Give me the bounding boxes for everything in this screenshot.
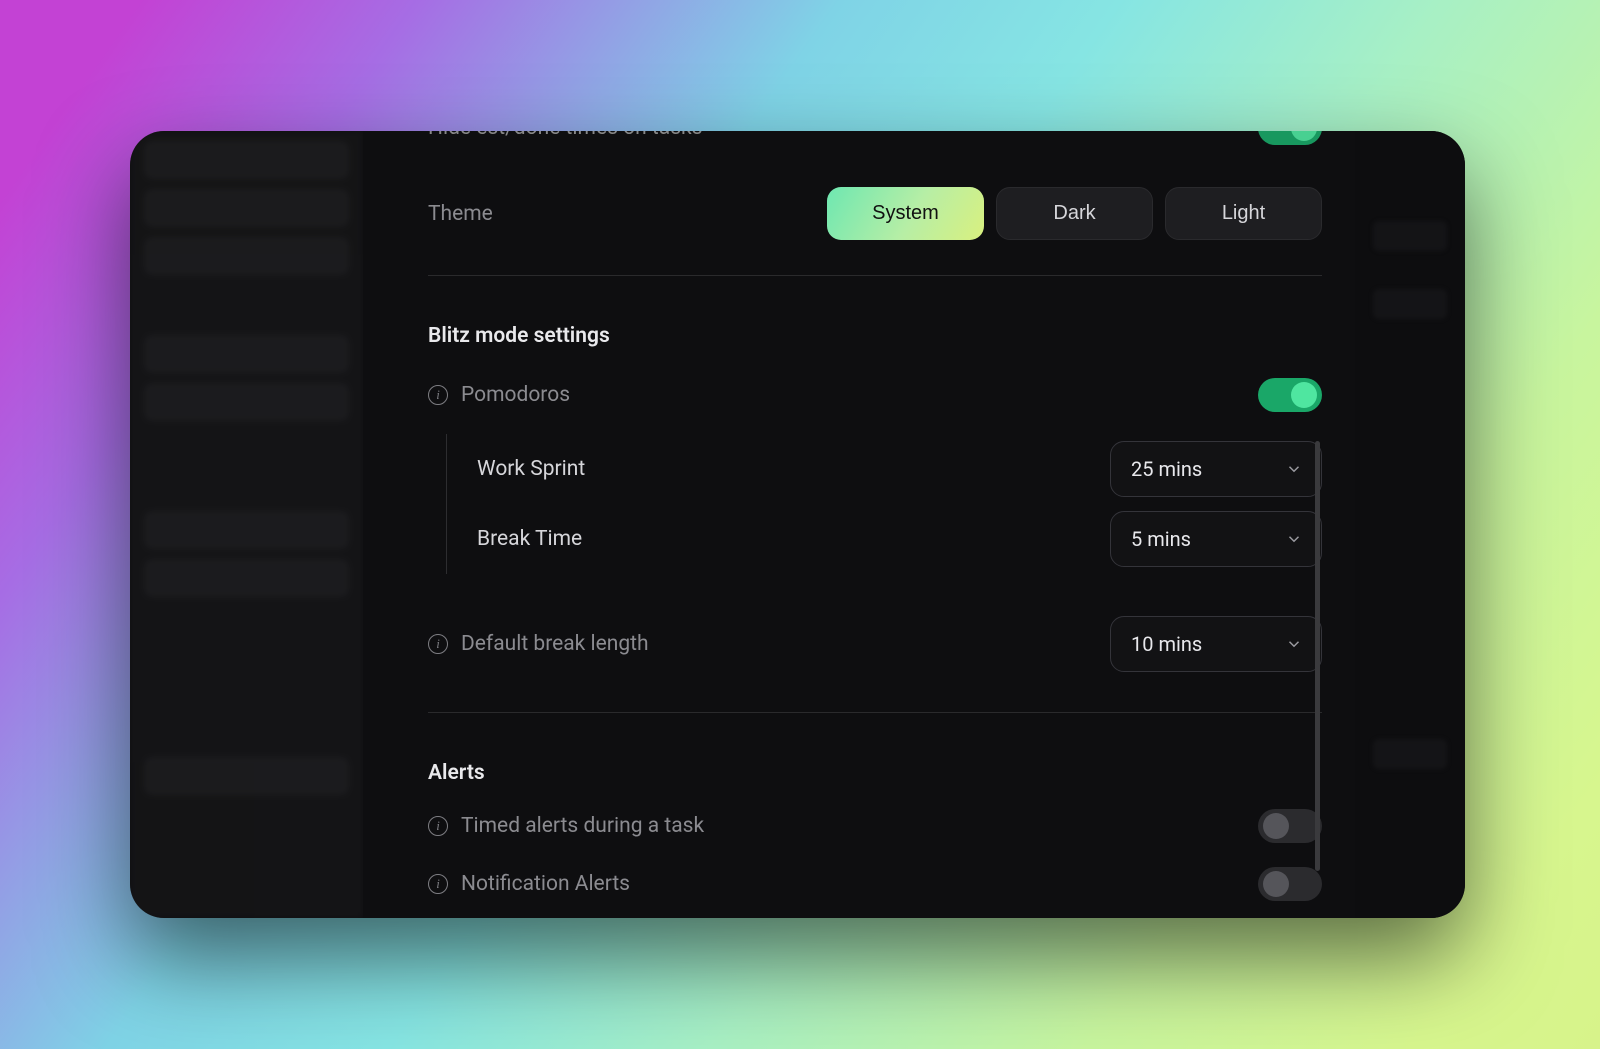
blitz-section-title: Blitz mode settings	[428, 324, 1322, 348]
hide-est-done-row: Hide est/done times on tasks	[428, 131, 1322, 143]
section-divider	[428, 712, 1322, 713]
work-sprint-value: 25 mins	[1131, 457, 1202, 481]
default-break-value: 10 mins	[1131, 632, 1202, 656]
info-icon[interactable]	[428, 874, 448, 894]
pomodoros-toggle[interactable]	[1258, 378, 1322, 412]
scrollbar[interactable]	[1315, 441, 1320, 871]
theme-row: Theme System Dark Light	[428, 187, 1322, 240]
break-time-select[interactable]: 5 mins	[1110, 511, 1322, 567]
info-icon[interactable]	[428, 385, 448, 405]
break-time-row: Break Time 5 mins	[477, 504, 1322, 574]
work-sprint-row: Work Sprint 25 mins	[477, 434, 1322, 504]
pomodoros-label-text: Pomodoros	[461, 383, 570, 407]
section-divider	[428, 275, 1322, 276]
info-icon[interactable]	[428, 634, 448, 654]
desktop-background: Hide est/done times on tasks Theme Syste…	[0, 0, 1600, 1049]
pomodoro-sub-settings: Work Sprint 25 mins Break Time 5 mins	[446, 434, 1322, 574]
pomodoros-label: Pomodoros	[428, 383, 570, 407]
chevron-down-icon	[1285, 530, 1303, 548]
chevron-down-icon	[1285, 460, 1303, 478]
timed-alerts-label-text: Timed alerts during a task	[461, 814, 704, 838]
notification-alerts-row: Notification Alerts	[428, 867, 1322, 901]
alerts-section-title: Alerts	[428, 761, 1322, 785]
break-time-label: Break Time	[477, 527, 582, 551]
info-icon[interactable]	[428, 816, 448, 836]
theme-label: Theme	[428, 202, 493, 226]
pomodoros-row: Pomodoros	[428, 378, 1322, 412]
break-time-value: 5 mins	[1131, 527, 1191, 551]
theme-option-system[interactable]: System	[827, 187, 984, 240]
default-break-label-text: Default break length	[461, 632, 649, 656]
right-background-blur	[1355, 131, 1465, 918]
theme-option-light[interactable]: Light	[1165, 187, 1322, 240]
work-sprint-label: Work Sprint	[477, 457, 585, 481]
sidebar-blurred	[130, 131, 363, 918]
default-break-label: Default break length	[428, 632, 649, 656]
work-sprint-select[interactable]: 25 mins	[1110, 441, 1322, 497]
notification-alerts-label-text: Notification Alerts	[461, 872, 630, 896]
theme-segmented-control: System Dark Light	[827, 187, 1322, 240]
timed-alerts-row: Timed alerts during a task	[428, 809, 1322, 843]
settings-window: Hide est/done times on tasks Theme Syste…	[130, 131, 1465, 918]
hide-est-done-toggle[interactable]	[1258, 131, 1322, 145]
theme-option-dark[interactable]: Dark	[996, 187, 1153, 240]
notification-alerts-label: Notification Alerts	[428, 872, 630, 896]
timed-alerts-toggle[interactable]	[1258, 809, 1322, 843]
default-break-row: Default break length 10 mins	[428, 616, 1322, 672]
hide-est-done-label: Hide est/done times on tasks	[428, 131, 703, 140]
notification-alerts-toggle[interactable]	[1258, 867, 1322, 901]
default-break-select[interactable]: 10 mins	[1110, 616, 1322, 672]
settings-panel: Hide est/done times on tasks Theme Syste…	[363, 131, 1355, 918]
timed-alerts-label: Timed alerts during a task	[428, 814, 704, 838]
chevron-down-icon	[1285, 635, 1303, 653]
